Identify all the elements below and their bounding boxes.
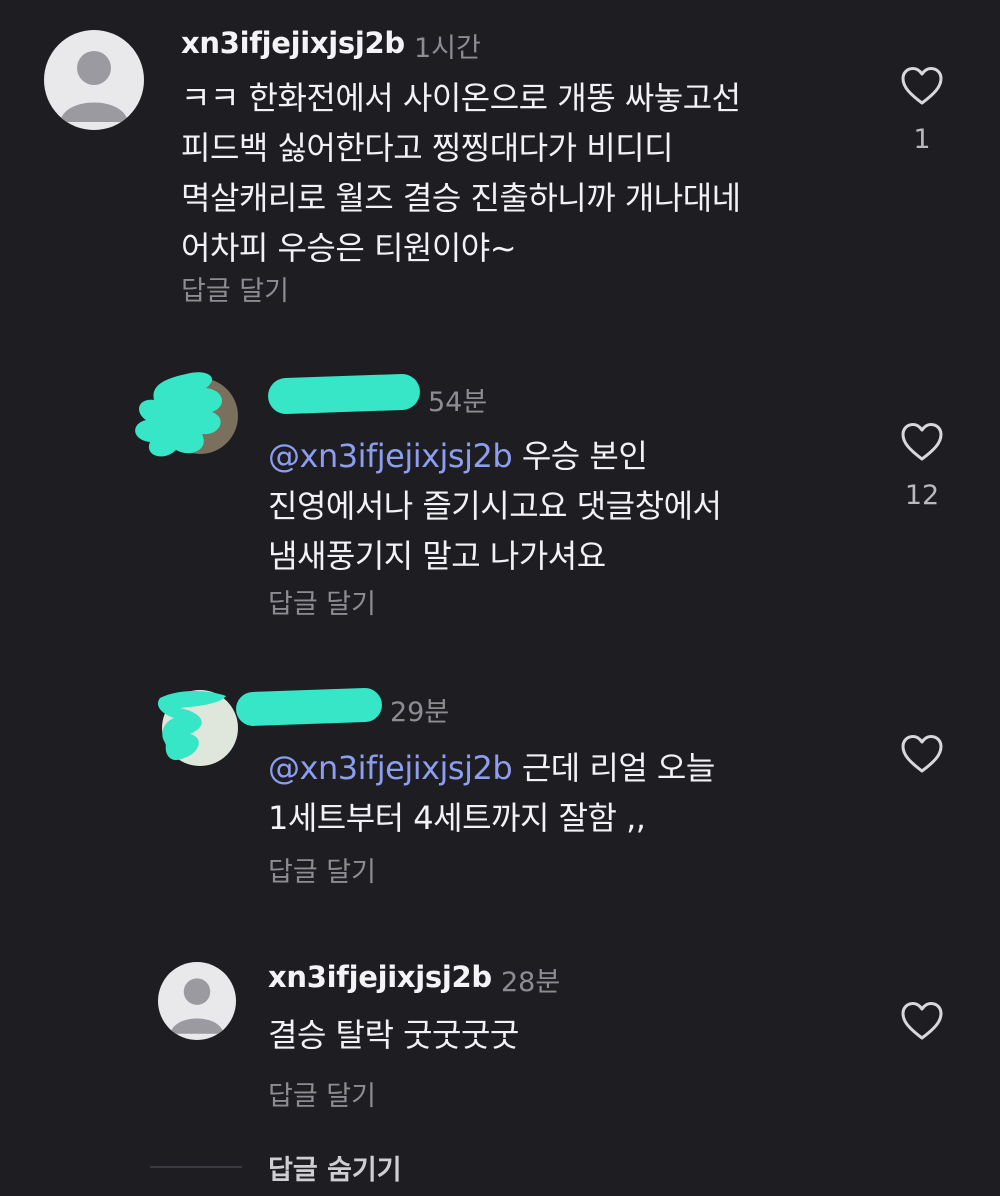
default-avatar-icon <box>170 978 224 1034</box>
redaction-mark-avatar-2 <box>135 372 223 457</box>
avatar-comment-1[interactable] <box>44 30 144 130</box>
comment-3-line-1: @xn3ifjejixjsj2b 근데 리얼 오늘 <box>268 743 715 793</box>
username-comment-1[interactable]: xn3ifjejixjsj2b <box>181 26 405 60</box>
timestamp-comment-3: 29분 <box>390 697 450 728</box>
reply-button-comment-4[interactable]: 답글 달기 <box>268 1074 376 1113</box>
like-heart-icon-comment-4[interactable] <box>900 1001 944 1041</box>
comment-3-line-2: 1세트부터 4세트까지 잘함 ,, <box>268 799 646 837</box>
comment-2-line-1-text: 우승 본인 <box>512 437 648 475</box>
comment-2-line-3: 냄새풍기지 말고 나가셔요 <box>268 537 606 575</box>
comment-body-3: @xn3ifjejixjsj2b 근데 리얼 오늘 1세트부터 4세트까지 잘함… <box>268 743 715 843</box>
reply-button-comment-2[interactable]: 답글 달기 <box>268 582 376 621</box>
comment-body-4: 결승 탈락 굿굿굿굿 <box>268 1010 519 1060</box>
like-count-comment-2: 12 <box>904 480 940 511</box>
username-comment-4[interactable]: xn3ifjejixjsj2b <box>268 960 492 994</box>
comment-1-line-4: 어차피 우승은 티원이야~ <box>181 229 517 267</box>
comment-body-2: @xn3ifjejixjsj2b 우승 본인 진영에서나 즐기시고요 댓글창에서… <box>268 431 722 581</box>
comment-2-line-1: @xn3ifjejixjsj2b 우승 본인 <box>268 431 721 481</box>
hide-replies-divider <box>150 1166 242 1168</box>
comment-1-line-2: 피드백 싫어한다고 찡찡대다가 비디디 <box>181 129 674 167</box>
like-heart-icon-comment-2[interactable] <box>900 422 944 462</box>
comment-body-1: ㅋㅋ 한화전에서 사이온으로 개똥 싸놓고선 피드백 싫어한다고 찡찡대다가 비… <box>181 73 741 273</box>
comment-3-line-1-text: 근데 리얼 오늘 <box>512 749 715 787</box>
comment-1-line-3: 멱살캐리로 월즈 결승 진출하니까 개나대네 <box>181 179 741 217</box>
redaction-mark-username-3 <box>235 687 383 727</box>
hide-replies-button[interactable]: 답글 숨기기 <box>268 1148 402 1187</box>
comment-4-line-1: 결승 탈락 굿굿굿굿 <box>268 1016 519 1054</box>
reply-button-comment-1[interactable]: 답글 달기 <box>181 269 289 308</box>
avatar-comment-4[interactable] <box>158 962 236 1040</box>
like-count-comment-1: 1 <box>913 124 931 155</box>
like-heart-icon-comment-3[interactable] <box>900 734 944 774</box>
reply-button-comment-3[interactable]: 답글 달기 <box>268 850 376 889</box>
redaction-mark-avatar-3 <box>157 691 226 761</box>
mention-link-comment-3[interactable]: @xn3ifjejixjsj2b <box>268 749 513 787</box>
default-avatar-icon <box>60 51 128 122</box>
mention-link-comment-2[interactable]: @xn3ifjejixjsj2b <box>268 437 513 475</box>
comment-2-line-2: 진영에서나 즐기시고요 댓글창에서 <box>268 487 722 525</box>
timestamp-comment-1: 1시간 <box>414 33 481 64</box>
timestamp-comment-4: 28분 <box>501 967 561 998</box>
like-heart-icon-comment-1[interactable] <box>900 66 944 106</box>
comment-1-line-1: ㅋㅋ 한화전에서 사이온으로 개똥 싸놓고선 <box>181 79 741 117</box>
redaction-mark-username-2 <box>267 373 421 415</box>
timestamp-comment-2: 54분 <box>428 387 488 418</box>
